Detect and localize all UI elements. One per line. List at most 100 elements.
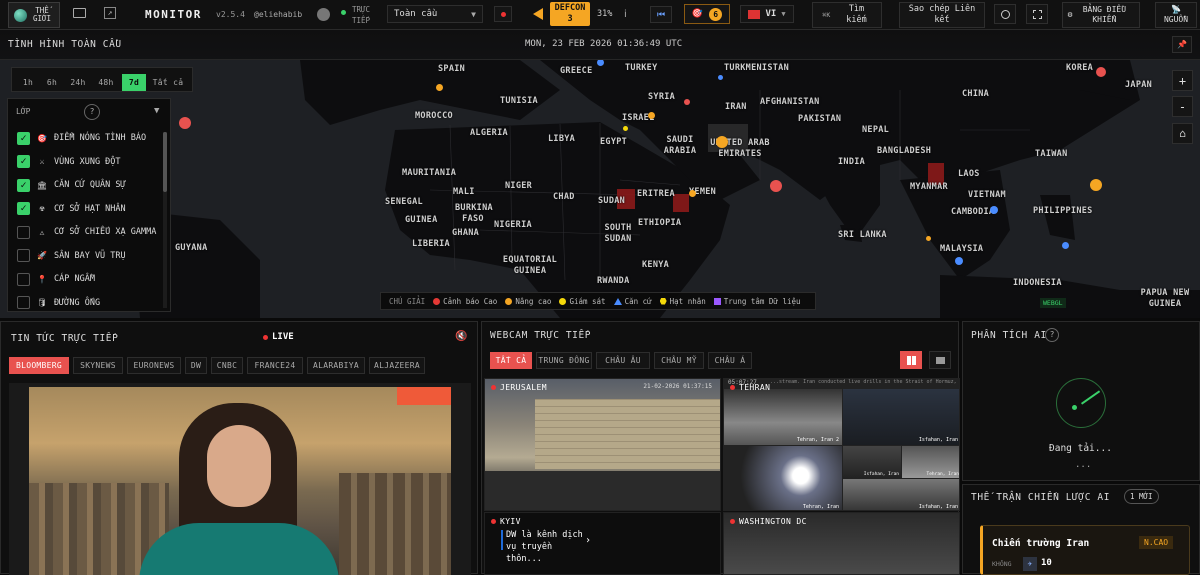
chevron-right-icon[interactable]: › — [585, 535, 591, 546]
cam-caption-bar — [501, 530, 503, 550]
alerts-button[interactable]: 🎯 6 — [684, 4, 730, 24]
layer-checkbox[interactable]: ✓ — [17, 178, 30, 192]
search-button[interactable]: ⌘K Tìm kiếm — [812, 2, 882, 28]
language-select[interactable]: VI ▼ — [740, 5, 794, 23]
time-range-6h[interactable]: 6h — [42, 74, 62, 91]
event-marker[interactable] — [955, 257, 963, 265]
event-marker[interactable] — [684, 99, 690, 105]
layer-checkbox[interactable] — [17, 272, 30, 286]
time-range-24h[interactable]: 24h — [66, 74, 90, 91]
time-range-48h[interactable]: 48h — [94, 74, 118, 91]
sources-button[interactable]: 📡 NGUỒN — [1155, 2, 1197, 28]
time-range-all[interactable]: Tất cả — [150, 74, 186, 91]
event-marker[interactable] — [623, 126, 628, 131]
cam-timestamp: 21-02-2026 01:37:15 — [643, 383, 712, 390]
info-icon[interactable]: ⅰ — [624, 9, 627, 20]
country-label: PHILIPPINES — [1033, 206, 1093, 216]
layer-item[interactable]: 🛢 ĐƯỜNG ỐNG — [17, 292, 100, 314]
chart-view-icon[interactable]: ↗ — [104, 7, 116, 19]
news-channel-tab[interactable]: ALJAZEERA — [369, 357, 425, 374]
layers-scrollbar[interactable] — [163, 132, 167, 308]
layers-collapse-icon[interactable]: ▼ — [154, 106, 159, 116]
time-range-1h[interactable]: 1h — [18, 74, 38, 91]
theme-toggle-button[interactable] — [994, 4, 1016, 24]
layer-item[interactable]: ✓ ⚔ VÙNG XUNG ĐỘT — [17, 151, 121, 173]
rewind-button[interactable]: ⏮ — [650, 6, 672, 23]
mute-icon[interactable]: 🔇 — [455, 331, 467, 342]
strategy-card[interactable]: Chiến trường Iran N.CAO KHÔNG ✈ 10 — [980, 525, 1190, 575]
legend-circle-icon — [433, 297, 441, 305]
layer-item[interactable]: ✓ 🎯 ĐIỂM NÓNG TÌNH BÁO — [17, 127, 146, 149]
card-level-badge: N.CAO — [1139, 536, 1174, 549]
webcam-jerusalem[interactable]: JERUSALEM 21-02-2026 01:37:15 — [484, 378, 721, 511]
news-channel-tab[interactable]: CNBC — [211, 357, 243, 374]
github-icon[interactable] — [317, 8, 330, 21]
legend-triangle-icon — [613, 297, 622, 305]
country-label: BURKINA FASO — [455, 203, 493, 224]
layer-checkbox[interactable] — [17, 225, 30, 239]
event-marker[interactable] — [436, 84, 443, 91]
dashboard-button[interactable]: ⚙ BẢNG ĐIỀU KHIỂN — [1062, 2, 1140, 28]
ai-help-button[interactable]: ? — [1045, 328, 1059, 342]
copy-link-button[interactable]: Sao chép Liên kết — [899, 2, 985, 28]
webcam-filter-tab[interactable]: TẤT CẢ — [490, 352, 532, 369]
event-marker[interactable] — [770, 180, 782, 192]
single-view-button[interactable] — [929, 351, 951, 369]
layer-item[interactable]: ⚠ CƠ SỞ CHIẾU XẠ GAMMA — [17, 221, 156, 243]
news-channel-tab[interactable]: FRANCE24 — [247, 357, 303, 374]
event-marker[interactable] — [648, 112, 655, 119]
event-marker[interactable] — [1062, 242, 1069, 249]
webcam-kyiv[interactable]: KYIV DW là kênh dịch vụ truyền thôn... › — [484, 512, 721, 575]
layer-item[interactable]: ✓ ☢ CƠ SỞ HẠT NHÂN — [17, 198, 126, 220]
event-marker[interactable] — [597, 59, 604, 66]
event-marker[interactable] — [179, 117, 191, 129]
webcam-washington[interactable]: WASHINGTON DC — [723, 512, 960, 575]
event-marker[interactable] — [1096, 67, 1106, 77]
news-channel-tab[interactable]: SKYNEWS — [73, 357, 123, 374]
event-marker[interactable] — [990, 206, 998, 214]
webcam-filter-tab[interactable]: CHÂU MỸ — [654, 352, 704, 369]
layer-item[interactable]: ✓ 🏛 CĂN CỨ QUÂN SỰ — [17, 174, 126, 196]
webcam-filter-tab[interactable]: CHÂU Á — [708, 352, 752, 369]
desktop-view-icon[interactable] — [73, 8, 86, 18]
layer-checkbox[interactable]: ✓ — [17, 155, 30, 168]
grid-view-button[interactable] — [900, 351, 922, 369]
time-range-7d[interactable]: 7d — [122, 74, 146, 91]
view-world-button[interactable]: THẾ GIỚI — [8, 2, 60, 28]
webcam-filter-tab[interactable]: CHÂU ÂU — [596, 352, 650, 369]
layer-item[interactable]: 🚀 SÂN BAY VŨ TRỤ — [17, 245, 126, 267]
layer-checkbox[interactable] — [17, 296, 30, 309]
event-marker[interactable] — [716, 136, 728, 148]
news-video[interactable] — [9, 383, 471, 575]
record-button[interactable] — [494, 6, 512, 22]
webcam-tehran[interactable]: TEHRAN 05:07:27 ...stream. Iran conducte… — [723, 378, 960, 511]
zoom-in-button[interactable]: + — [1172, 70, 1193, 91]
news-channel-tab[interactable]: EURONEWS — [127, 357, 181, 374]
region-select[interactable]: Toàn cầu ▼ — [387, 5, 483, 23]
webcam-filter-tab[interactable]: TRUNG ĐÔNG — [536, 352, 592, 369]
event-marker[interactable] — [926, 236, 931, 241]
event-marker[interactable] — [1090, 179, 1102, 191]
news-channel-tab[interactable]: BLOOMBERG — [9, 357, 69, 374]
layers-help-button[interactable]: ? — [84, 104, 100, 120]
layer-checkbox[interactable]: ✓ — [17, 202, 30, 215]
layer-label: SÂN BAY VŨ TRỤ — [54, 250, 126, 261]
country-label: SOUTH SUDAN — [604, 223, 632, 244]
layer-item[interactable]: 📍 CÁP NGẦM — [17, 268, 95, 290]
event-marker[interactable] — [689, 190, 696, 197]
radar-icon — [1056, 378, 1106, 428]
news-channel-tab[interactable]: DW — [185, 357, 207, 374]
fullscreen-icon — [1032, 9, 1042, 19]
country-label: TUNISIA — [500, 96, 538, 106]
home-button[interactable]: ⌂ — [1172, 123, 1193, 144]
layer-checkbox[interactable] — [17, 249, 30, 262]
event-marker[interactable] — [718, 75, 723, 80]
author-link[interactable]: @eliehabib — [254, 10, 302, 19]
defcon-widget[interactable]: DEFCON 3 31% — [527, 0, 619, 30]
pin-button[interactable]: 📌 — [1172, 36, 1192, 53]
layer-checkbox[interactable]: ✓ — [17, 131, 30, 145]
zoom-out-button[interactable]: - — [1172, 96, 1193, 117]
legend-circle-icon — [505, 297, 513, 305]
news-channel-tab[interactable]: ALARABIYA — [307, 357, 365, 374]
fullscreen-button[interactable] — [1026, 4, 1048, 24]
